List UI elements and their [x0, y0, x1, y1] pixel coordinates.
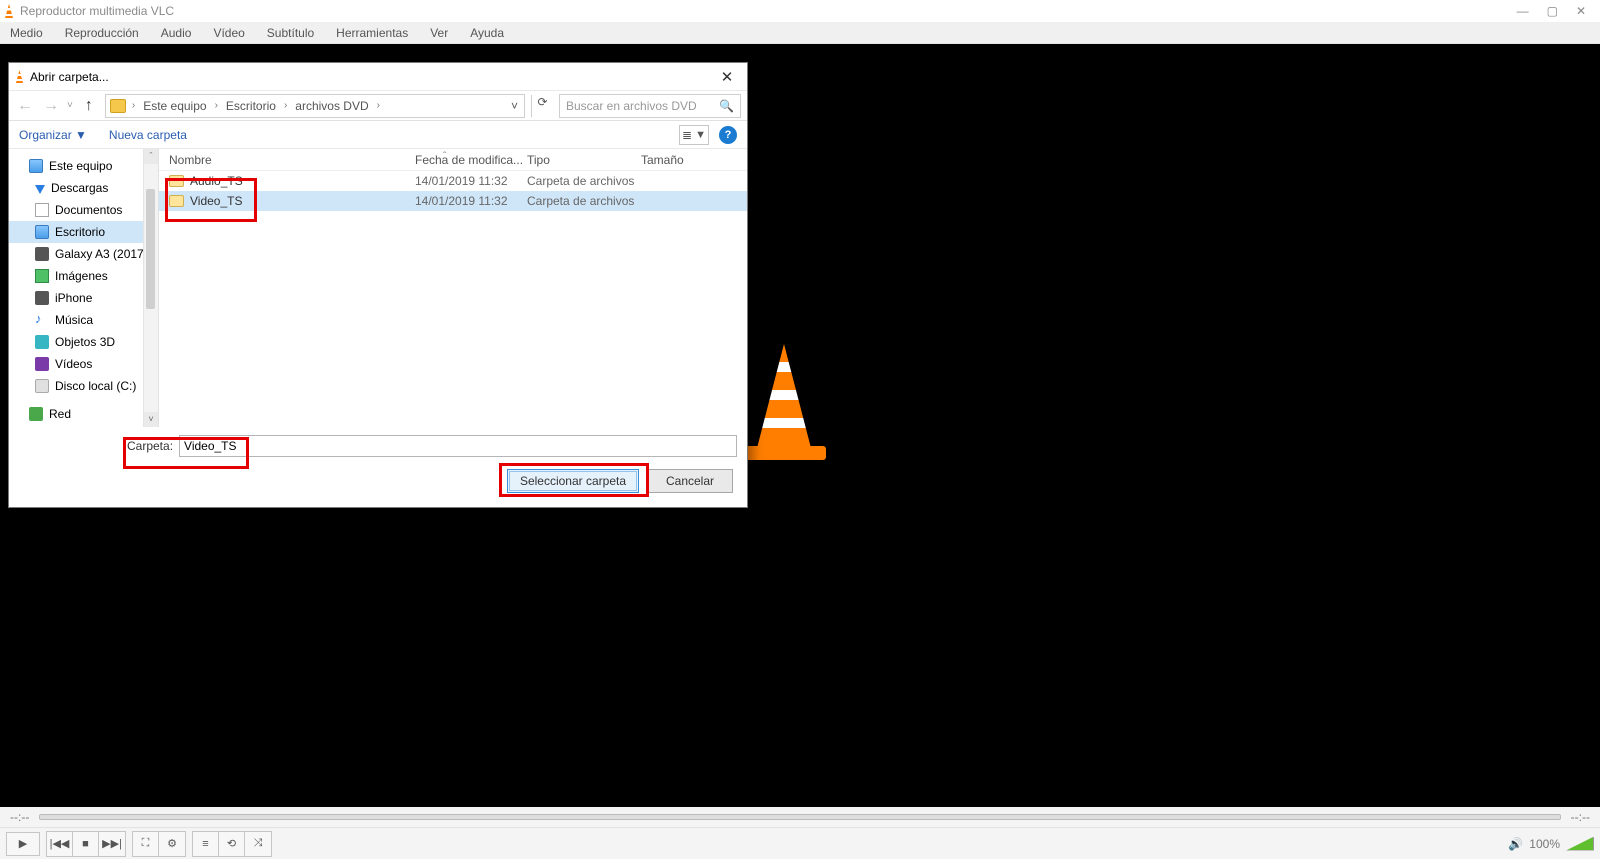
fullscreen-button[interactable]: ⛶: [133, 832, 159, 856]
breadcrumb-dropdown[interactable]: ˅: [509, 99, 520, 113]
sort-indicator-icon: ˆ: [443, 151, 446, 162]
menu-herramientas[interactable]: Herramientas: [332, 24, 412, 42]
cancel-button[interactable]: Cancelar: [647, 469, 733, 493]
tree-iphone[interactable]: iPhone: [9, 287, 158, 309]
volume-text: 100%: [1529, 837, 1560, 851]
col-name[interactable]: Nombre: [169, 153, 212, 167]
vlc-menubar: Medio Reproducción Audio Vídeo Subtítulo…: [0, 22, 1600, 44]
shuffle-button[interactable]: ⤨: [245, 832, 271, 856]
menu-medio[interactable]: Medio: [6, 24, 47, 42]
folder-icon: [169, 175, 184, 187]
menu-reproduccion[interactable]: Reproducción: [61, 24, 143, 42]
crumb-archivos-dvd[interactable]: archivos DVD: [293, 99, 370, 113]
crumb-escritorio[interactable]: Escritorio: [224, 99, 278, 113]
window-controls: — ▢ ✕: [1517, 4, 1586, 18]
folder-name-input[interactable]: [179, 435, 737, 457]
folder-name-label: Carpeta:: [127, 439, 173, 453]
loop-button[interactable]: ⟲: [219, 832, 245, 856]
table-row[interactable]: Video_TS 14/01/2019 11:32 Carpeta de arc…: [159, 191, 747, 211]
vlc-cone-icon: [4, 4, 14, 18]
file-list-header: Nombre Fecha de modifica... Tipo Tamaño …: [159, 149, 747, 171]
folder-icon: [169, 195, 184, 207]
tree-videos[interactable]: Vídeos: [9, 353, 158, 375]
menu-audio[interactable]: Audio: [157, 24, 196, 42]
tree-musica[interactable]: ♪Música: [9, 309, 158, 331]
playback-controls: ▶ |◀◀ ■ ▶▶| ⛶ ⚙ ≡ ⟲ ⤨ 🔊 100%: [0, 827, 1600, 859]
folder-tree: Este equipo Descargas Documentos Escrito…: [9, 149, 159, 427]
playlist-button[interactable]: ≡: [193, 832, 219, 856]
vlc-cone-icon: [15, 70, 24, 83]
app-title: Reproductor multimedia VLC: [20, 4, 174, 18]
nav-forward-button[interactable]: →: [41, 97, 61, 115]
scroll-thumb[interactable]: [146, 189, 155, 309]
tree-objetos-3d[interactable]: Objetos 3D: [9, 331, 158, 353]
breadcrumb-bar[interactable]: › Este equipo › Escritorio › archivos DV…: [105, 94, 525, 118]
tree-scrollbar[interactable]: ˆ ˅: [143, 149, 158, 427]
volume-icon[interactable]: 🔊: [1508, 837, 1523, 851]
vlc-titlebar: Reproductor multimedia VLC — ▢ ✕: [0, 0, 1600, 22]
view-mode-button[interactable]: ≣ ▼: [679, 125, 709, 145]
next-button[interactable]: ▶▶|: [99, 832, 125, 856]
nav-up-button[interactable]: ↑: [79, 97, 99, 115]
tree-este-equipo[interactable]: Este equipo: [9, 155, 158, 177]
stop-button[interactable]: ■: [73, 832, 99, 856]
tree-galaxy-a3[interactable]: Galaxy A3 (2017): [9, 243, 158, 265]
tree-documentos[interactable]: Documentos: [9, 199, 158, 221]
dialog-close-button[interactable]: ✕: [713, 68, 741, 86]
maximize-button[interactable]: ▢: [1547, 4, 1558, 18]
search-icon: 🔍: [719, 99, 734, 113]
menu-ayuda[interactable]: Ayuda: [466, 24, 508, 42]
new-folder-button[interactable]: Nueva carpeta: [109, 128, 187, 142]
scroll-up-icon[interactable]: ˆ: [144, 149, 158, 164]
col-date[interactable]: Fecha de modifica...: [415, 153, 523, 167]
tree-imagenes[interactable]: Imágenes: [9, 265, 158, 287]
dialog-nav: ← → ˅ ↑ › Este equipo › Escritorio › arc…: [9, 91, 747, 121]
previous-button[interactable]: |◀◀: [47, 832, 73, 856]
folder-icon: [110, 99, 126, 113]
help-icon[interactable]: ?: [719, 126, 737, 144]
time-bar: --:-- --:--: [0, 807, 1600, 827]
menu-video[interactable]: Vídeo: [209, 24, 248, 42]
time-remaining: --:--: [1571, 810, 1590, 824]
dialog-titlebar: Abrir carpeta... ✕: [9, 63, 747, 91]
file-list: Nombre Fecha de modifica... Tipo Tamaño …: [159, 149, 747, 427]
select-folder-button[interactable]: Seleccionar carpeta: [507, 469, 639, 493]
tree-disco-c[interactable]: Disco local (C:): [9, 375, 158, 397]
open-folder-dialog: Abrir carpeta... ✕ ← → ˅ ↑ › Este equipo…: [8, 62, 748, 508]
extended-settings-button[interactable]: ⚙: [159, 832, 185, 856]
time-elapsed: --:--: [10, 810, 29, 824]
dialog-toolbar: Organizar ▼ Nueva carpeta ≣ ▼ ?: [9, 121, 747, 149]
nav-back-button[interactable]: ←: [15, 97, 35, 115]
play-button[interactable]: ▶: [6, 832, 40, 856]
tree-red[interactable]: Red: [9, 403, 158, 425]
search-placeholder: Buscar en archivos DVD: [566, 99, 697, 113]
menu-subtitulo[interactable]: Subtítulo: [263, 24, 318, 42]
search-input[interactable]: Buscar en archivos DVD 🔍: [559, 94, 741, 118]
dialog-footer: Carpeta: Seleccionar carpeta Cancelar: [9, 427, 747, 507]
col-size[interactable]: Tamaño: [641, 153, 684, 167]
refresh-button[interactable]: ⟳: [531, 95, 553, 117]
scroll-down-icon[interactable]: ˅: [144, 412, 158, 427]
crumb-este-equipo[interactable]: Este equipo: [141, 99, 208, 113]
seek-slider[interactable]: [39, 814, 1560, 820]
tree-escritorio[interactable]: Escritorio: [9, 221, 158, 243]
close-button[interactable]: ✕: [1576, 4, 1586, 18]
col-type[interactable]: Tipo: [527, 153, 550, 167]
tree-descargas[interactable]: Descargas: [9, 177, 158, 199]
menu-ver[interactable]: Ver: [426, 24, 452, 42]
vlc-main-window: Reproductor multimedia VLC — ▢ ✕ Medio R…: [0, 0, 1600, 859]
table-row[interactable]: Audio_TS 14/01/2019 11:32 Carpeta de arc…: [159, 171, 747, 191]
vlc-logo-cone: [750, 344, 818, 454]
minimize-button[interactable]: —: [1517, 4, 1529, 18]
dialog-title: Abrir carpeta...: [30, 70, 109, 84]
organize-button[interactable]: Organizar ▼: [19, 128, 87, 142]
volume-slider[interactable]: [1566, 837, 1594, 851]
